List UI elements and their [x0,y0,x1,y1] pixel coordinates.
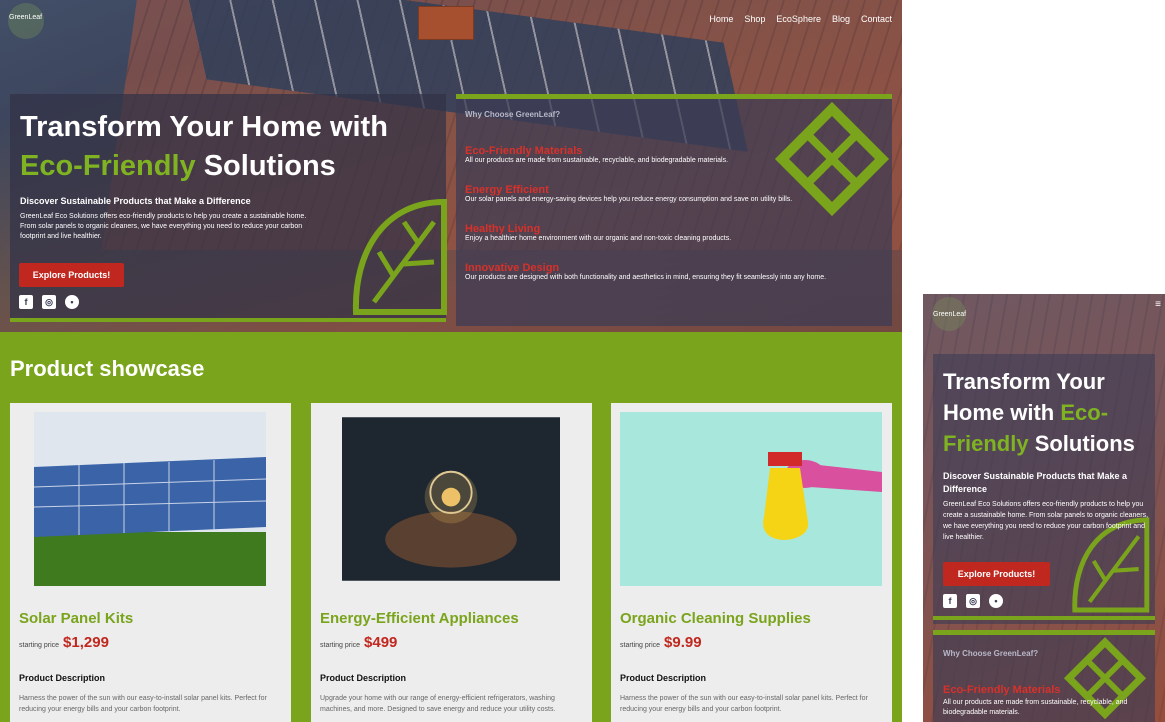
hero-title-part1: Transform Your Home with [20,111,388,143]
logo-icon[interactable] [8,3,44,39]
product-card-solar[interactable]: Solar Panel Kits starting price $1,299 P… [10,403,291,722]
feature-title: Energy Efficient [465,184,549,196]
mobile-view: GreenLeaf ≡ Transform Your Home with Eco… [923,294,1165,722]
feature-title: Eco-Friendly Materials [465,145,583,157]
feature-desc: All our products are made from sustainab… [465,157,729,164]
product-price: starting price $9.99 [620,634,702,651]
hero-subheading: Discover Sustainable Products that Make … [20,196,251,206]
feature-item: Energy Efficient Our solar panels and en… [465,184,885,203]
lightbulb-image [342,417,560,581]
facebook-icon[interactable]: f [943,594,957,608]
mobile-explore-products-button[interactable]: Explore Products! [943,562,1050,586]
mobile-feature-desc: All our products are made from sustainab… [943,699,1128,716]
price-value: $499 [364,634,398,651]
nav-ecosphere[interactable]: EcoSphere [776,14,821,24]
product-title[interactable]: Solar Panel Kits [19,610,133,627]
product-title[interactable]: Energy-Efficient Appliances [320,610,519,627]
hamburger-menu-icon[interactable]: ≡ [1155,299,1161,310]
product-title[interactable]: Organic Cleaning Supplies [620,610,811,627]
product-price: starting price $1,299 [19,634,109,651]
product-card-cleaning[interactable]: Organic Cleaning Supplies starting price… [611,403,892,722]
leaf-icon [352,198,447,315]
instagram-icon[interactable]: ◎ [966,594,980,608]
instagram-icon[interactable]: ◎ [42,295,56,309]
hero-title-part2: Solutions [195,150,336,182]
mobile-divider [933,616,1155,620]
price-value: $9.99 [664,634,702,651]
nav-shop[interactable]: Shop [744,14,765,24]
price-label: starting price [620,642,661,649]
feature-item: Eco-Friendly Materials All our products … [465,145,885,164]
brand-name[interactable]: GreenLeaf [9,14,42,21]
hero-section: GreenLeaf Home Shop EcoSphere Blog Conta… [0,0,902,332]
price-label: starting price [320,642,361,649]
why-choose-panel [456,94,892,326]
solar-panel-image [34,412,266,586]
explore-products-button[interactable]: Explore Products! [19,263,124,287]
mobile-social-links: f ◎ • [943,594,1003,608]
feature-item: Innovative Design Our products are desig… [465,262,885,281]
mobile-hero-subheading: Discover Sustainable Products that Make … [943,471,1128,494]
hero-title-green: Eco-Friendly [20,150,196,182]
product-desc-heading: Product Description [19,673,106,683]
product-desc: Upgrade your home with our range of ener… [320,695,556,713]
mobile-hero-title: Transform Your Home with Eco-Friendly So… [943,366,1153,459]
product-price: starting price $499 [320,634,397,651]
feature-item: Healthy Living Enjoy a healthier home en… [465,223,885,242]
line-icon[interactable]: • [65,295,79,309]
facebook-icon[interactable]: f [19,295,33,309]
spray-bottle-image [620,412,882,586]
main-nav: Home Shop EcoSphere Blog Contact [709,14,892,24]
why-heading: Why Choose GreenLeaf? [465,110,561,119]
feature-desc: Enjoy a healthier home environment with … [465,235,732,242]
nav-home[interactable]: Home [709,14,733,24]
product-desc: Harness the power of the sun with our ea… [620,695,868,713]
price-value: $1,299 [63,634,109,651]
product-card-appliances[interactable]: Energy-Efficient Appliances starting pri… [311,403,592,722]
feature-desc: Our products are designed with both func… [465,274,827,281]
feature-title: Healthy Living [465,223,541,235]
desktop-view: GreenLeaf Home Shop EcoSphere Blog Conta… [0,0,902,722]
showcase-heading: Product showcase [10,356,205,381]
product-desc: Harness the power of the sun with our ea… [19,695,267,713]
feature-desc: Our solar panels and energy-saving devic… [465,196,793,203]
chimney-background [418,6,474,40]
line-icon[interactable]: • [989,594,1003,608]
nav-contact[interactable]: Contact [861,14,892,24]
price-label: starting price [19,642,60,649]
mobile-hero-title-part2: Solutions [1028,431,1135,456]
social-links: f ◎ • [19,295,79,309]
product-desc-heading: Product Description [320,673,407,683]
hero-description: GreenLeaf Eco Solutions offers eco-frien… [20,213,307,240]
mobile-why-heading: Why Choose GreenLeaf? [943,649,1039,658]
mobile-feature-title: Eco-Friendly Materials [943,684,1061,696]
mobile-hero-description: GreenLeaf Eco Solutions offers eco-frien… [943,501,1149,541]
mobile-brand-name[interactable]: GreenLeaf [933,311,966,318]
product-desc-heading: Product Description [620,673,707,683]
hero-title: Transform Your Home with Eco-Friendly So… [20,108,440,186]
feature-title: Innovative Design [465,262,560,274]
nav-blog[interactable]: Blog [832,14,850,24]
